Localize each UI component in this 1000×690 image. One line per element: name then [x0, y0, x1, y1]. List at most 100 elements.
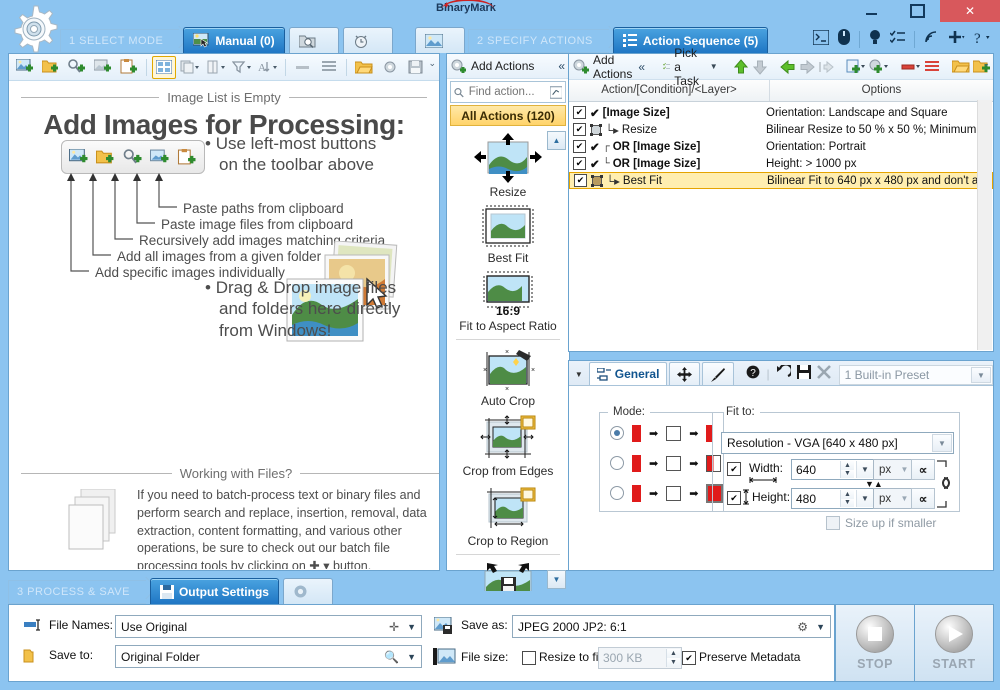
sequence-toolbar-overflow[interactable]: ⌄ [982, 58, 990, 69]
spin-down-icon[interactable]: ▼ [841, 470, 854, 479]
width-dropdown-icon[interactable]: ▼ [856, 461, 873, 478]
spin-down-icon[interactable]: ▼ [667, 658, 680, 667]
table-row[interactable]: ✔ └▸ Resize Bilinear Resize to 50 % x 50… [569, 121, 993, 138]
format-settings-gear-icon[interactable]: ⚙ [797, 620, 808, 634]
table-row[interactable]: ✔ └▸ Best Fit Bilinear Fit to 640 px x 4… [569, 172, 993, 189]
add-actions-button-icon[interactable] [573, 57, 590, 77]
close-button[interactable]: ✕ [940, 0, 1000, 22]
help-icon[interactable]: ? [974, 30, 990, 49]
resize-to-fit-checkbox[interactable] [522, 651, 536, 665]
properties-icon[interactable] [378, 56, 402, 79]
add-action-icon[interactable] [846, 57, 866, 77]
row-checkbox[interactable]: ✔ [574, 174, 587, 187]
add-pattern-icon[interactable]: ✛ [389, 620, 399, 634]
undo-icon[interactable] [776, 365, 791, 382]
height-spinner[interactable]: ▲▼ [840, 490, 854, 507]
tab-general[interactable]: General [589, 362, 668, 385]
app-logo-gear-icon[interactable] [9, 4, 59, 54]
height-dropdown-icon[interactable]: ▼ [856, 490, 873, 507]
open-list-icon[interactable] [352, 56, 376, 79]
action-item-auto-crop[interactable]: ×××× Auto Crop [450, 344, 566, 410]
sequence-scrollbar[interactable] [977, 100, 992, 350]
mouse-icon[interactable] [838, 29, 850, 49]
mode-radio-1[interactable] [610, 426, 624, 440]
height-unit[interactable]: px ▼ [873, 488, 914, 509]
move-down-icon[interactable] [752, 57, 768, 77]
sequence-collapse-icon[interactable]: « [635, 60, 648, 74]
remove-action-icon[interactable] [901, 57, 921, 77]
delete-preset-icon[interactable] [817, 365, 831, 382]
row-checkbox[interactable]: ✔ [573, 106, 586, 119]
checklist-icon[interactable] [890, 30, 905, 48]
file-size-spinner[interactable]: ▲▼ [666, 649, 680, 667]
chevron-down-icon[interactable]: ▼ [407, 622, 416, 632]
mode-option-3[interactable]: ➡➡ [600, 478, 723, 508]
clear-list-icon[interactable] [924, 57, 940, 77]
browse-search-icon[interactable]: 🔍 [384, 650, 399, 664]
table-row[interactable]: ✔ ✔ └ OR [Image Size] Height: > 1000 px [569, 155, 993, 172]
row-checkbox[interactable]: ✔ [573, 123, 586, 136]
action-item-fit-aspect[interactable]: 16:9 Fit to Aspect Ratio [450, 267, 566, 335]
filter-dropdown-icon[interactable] [230, 56, 254, 79]
paste-images-icon[interactable] [91, 56, 115, 79]
plus-icon[interactable] [949, 30, 965, 48]
grid-view-icon[interactable] [152, 56, 176, 79]
step-into-icon[interactable] [818, 57, 834, 77]
resize-to-fit-input[interactable]: 300 KB ▲▼ [598, 647, 682, 669]
add-actions-toolbar-label[interactable]: Add Actions [593, 53, 632, 81]
remove-icon[interactable] [291, 56, 315, 79]
action-item-crop-region[interactable]: Crop to Region [450, 480, 566, 550]
table-row[interactable]: ✔ ✔ ┌ OR [Image Size] Orientation: Portr… [569, 138, 993, 155]
copy-dropdown-icon[interactable] [178, 56, 202, 79]
width-spinner[interactable]: ▲▼ [840, 461, 854, 478]
tab-move-tool[interactable] [669, 362, 700, 385]
swap-dimensions-icon[interactable]: ▼▲ [865, 479, 883, 489]
mode-radio-2[interactable] [610, 456, 624, 470]
start-button[interactable]: START [914, 604, 994, 682]
add-condition-icon[interactable] [869, 57, 889, 77]
advanced-search-icon[interactable] [550, 86, 562, 99]
find-action-row[interactable] [450, 81, 566, 103]
preserve-metadata-checkbox[interactable]: ✔ [682, 651, 696, 665]
collapse-chevrons-icon[interactable]: « [558, 59, 565, 73]
move-up-icon[interactable] [733, 57, 749, 77]
width-checkbox[interactable]: ✔ [727, 462, 741, 476]
height-input[interactable]: 480 ▲▼ ▼ [791, 488, 875, 509]
save-to-input[interactable]: Original Folder 🔍 ▼ [115, 645, 422, 668]
list-icon[interactable] [317, 56, 341, 79]
save-list-icon[interactable] [404, 56, 428, 79]
minimize-button[interactable] [848, 0, 894, 22]
rss-icon[interactable] [924, 30, 940, 48]
tab-folder-watch[interactable] [289, 27, 339, 53]
sort-dropdown-icon[interactable]: A [256, 56, 280, 79]
stop-button[interactable]: STOP [835, 604, 915, 682]
width-unit[interactable]: px ▼ [873, 459, 914, 480]
all-actions-category[interactable]: All Actions (120) [450, 105, 566, 126]
table-row[interactable]: ✔ ✔ [Image Size] Orientation: Landscape … [569, 104, 993, 121]
resolution-combo[interactable]: Resolution - VGA [640 x 480 px] ▼ [721, 432, 954, 454]
console-icon[interactable] [813, 30, 829, 49]
link-chain-icon[interactable] [935, 456, 955, 512]
pick-a-task-button[interactable]: Pick a Task ▼ [660, 46, 721, 88]
add-folder-icon[interactable] [39, 56, 63, 79]
row-checkbox[interactable]: ✔ [573, 157, 586, 170]
size-up-checkbox[interactable] [826, 516, 840, 530]
height-checkbox[interactable]: ✔ [727, 491, 741, 505]
settings-tabs-dropdown-icon[interactable]: ▼ [571, 363, 587, 385]
help-icon[interactable]: ? [746, 365, 760, 382]
height-lock-button[interactable]: ∝ [911, 488, 935, 509]
actions-scroll-down-button[interactable]: ▼ [547, 570, 566, 589]
action-item-crop-edges[interactable]: Crop from Edges [450, 410, 566, 480]
tab-scheduler[interactable] [343, 27, 393, 53]
paste-paths-icon[interactable] [117, 56, 141, 79]
action-item-best-fit[interactable]: Best Fit [450, 201, 566, 267]
width-lock-button[interactable]: ∝ [911, 459, 935, 480]
preset-combo[interactable]: 1 Built-in Preset ▼ [839, 365, 993, 385]
width-input[interactable]: 640 ▲▼ ▼ [791, 459, 875, 480]
spin-up-icon[interactable]: ▲ [667, 649, 680, 658]
mode-option-1[interactable]: ➡➡ [600, 418, 723, 448]
save-as-input[interactable]: JPEG 2000 JP2: 6:1 ⚙ ▼ [512, 615, 831, 638]
chevron-down-icon[interactable]: ▼ [407, 652, 416, 662]
tab-brush-tool[interactable] [702, 362, 734, 385]
chevron-down-icon[interactable]: ▼ [816, 622, 825, 632]
